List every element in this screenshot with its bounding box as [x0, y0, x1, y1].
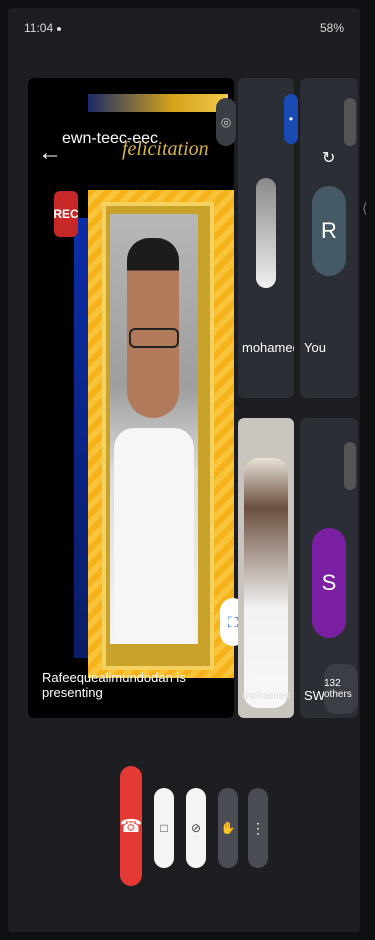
participant-name: SW — [304, 688, 325, 703]
avatar-r: R — [312, 186, 346, 276]
participant-tile-others[interactable]: S SW 132 others — [300, 418, 358, 718]
rec-badge: REC — [53, 191, 79, 237]
raise-hand-icon[interactable]: ✋ — [218, 788, 238, 868]
presentation-stage[interactable]: ← ewn-teec-eec felicitation REC Rafeeque… — [28, 78, 234, 718]
mic-muted-icon — [344, 442, 356, 490]
pin-icon[interactable]: ◎ — [216, 98, 236, 146]
avatar-s: S — [312, 528, 346, 638]
participant-photo — [256, 178, 276, 288]
participant-tile-mohamed-video[interactable]: mohamed — [238, 418, 294, 718]
call-controls: ☎ □ ⊘ ✋ ⋮ — [8, 758, 360, 886]
presenting-label: Rafeequealimundodan is presenting — [42, 670, 186, 700]
slide-overlay-text: felicitation — [122, 138, 209, 160]
more-options-icon[interactable]: ⋮ — [248, 788, 268, 868]
back-arrow-icon[interactable]: ← — [38, 138, 62, 168]
mic-off-icon[interactable]: ⊘ — [186, 788, 206, 868]
camera-off-icon[interactable]: □ — [154, 788, 174, 868]
slide-banner — [88, 94, 228, 112]
more-options-icon[interactable]: ⋮ — [288, 334, 294, 351]
notification-dot — [57, 26, 62, 31]
presenter-glasses — [129, 328, 179, 348]
participant-name: You — [304, 340, 326, 355]
others-count-badge[interactable]: 132 others — [324, 664, 358, 714]
participant-video — [244, 458, 288, 708]
presenter-shirt — [114, 428, 194, 644]
participant-tile-you[interactable]: R You ↻ — [300, 78, 358, 398]
audio-level-icon: • — [284, 94, 298, 144]
hangup-icon[interactable]: ☎ — [120, 766, 142, 886]
battery-level: 58% — [319, 21, 344, 35]
call-screen: 11:04 58% ← ewn-teec-eec felicitation RE… — [8, 8, 360, 932]
switch-camera-icon[interactable]: ↻ — [322, 148, 335, 168]
participant-name: mohamed — [242, 690, 291, 702]
edge-panel-handle[interactable]: ⟨ — [362, 200, 370, 224]
mic-muted-icon — [344, 98, 356, 146]
participant-name: mohamed — [242, 340, 294, 355]
status-time: 11:04 — [24, 21, 54, 35]
status-bar: 11:04 58% — [8, 8, 360, 48]
